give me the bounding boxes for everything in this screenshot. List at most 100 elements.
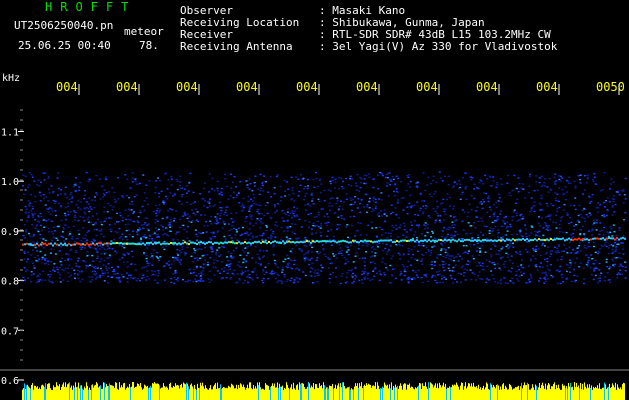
noise-speck bbox=[100, 228, 103, 231]
noise-speck bbox=[77, 273, 80, 275]
noise-speck bbox=[317, 198, 320, 200]
noise-speck bbox=[529, 173, 532, 176]
amplitude-bar bbox=[370, 385, 371, 400]
noise-speck bbox=[136, 278, 139, 280]
noise-speck bbox=[175, 178, 178, 181]
noise-speck bbox=[87, 221, 90, 223]
amplitude-bar bbox=[563, 385, 564, 400]
amplitude-bar bbox=[301, 383, 302, 400]
noise-speck bbox=[88, 245, 91, 248]
noise-speck bbox=[412, 234, 415, 236]
signal-dot bbox=[72, 243, 74, 246]
noise-speck bbox=[214, 266, 217, 269]
noise-speck bbox=[418, 209, 421, 212]
amplitude-bar bbox=[405, 383, 406, 400]
noise-speck bbox=[533, 210, 536, 212]
noise-speck bbox=[515, 212, 518, 214]
noise-speck bbox=[468, 203, 471, 206]
noise-speck bbox=[249, 238, 252, 240]
noise-speck bbox=[128, 274, 130, 277]
noise-speck bbox=[422, 172, 425, 174]
noise-speck bbox=[570, 237, 573, 239]
amplitude-bar bbox=[25, 388, 26, 400]
noise-speck bbox=[407, 250, 410, 252]
noise-speck bbox=[95, 175, 98, 177]
signal-dot bbox=[538, 238, 540, 241]
signal-dot bbox=[540, 238, 542, 241]
noise-speck bbox=[242, 261, 245, 264]
amplitude-bar bbox=[604, 382, 605, 400]
noise-speck bbox=[215, 251, 218, 253]
noise-speck bbox=[374, 252, 377, 254]
noise-speck bbox=[610, 183, 612, 185]
noise-speck bbox=[604, 276, 607, 278]
noise-speck bbox=[535, 181, 538, 183]
noise-speck bbox=[441, 275, 444, 277]
noise-speck bbox=[414, 278, 417, 280]
noise-speck bbox=[556, 207, 559, 210]
noise-speck bbox=[497, 232, 500, 234]
noise-speck bbox=[592, 278, 595, 281]
noise-speck bbox=[467, 211, 470, 214]
noise-speck bbox=[216, 249, 219, 251]
noise-speck bbox=[182, 224, 185, 227]
noise-speck bbox=[363, 268, 366, 270]
noise-speck bbox=[139, 240, 142, 243]
noise-speck bbox=[261, 182, 264, 184]
noise-speck bbox=[444, 263, 447, 265]
noise-speck bbox=[304, 185, 307, 188]
signal-dot bbox=[220, 241, 222, 244]
noise-speck bbox=[189, 172, 192, 175]
noise-speck bbox=[504, 261, 507, 263]
noise-speck bbox=[230, 218, 233, 220]
noise-speck bbox=[196, 211, 199, 213]
noise-speck bbox=[25, 212, 28, 214]
amplitude-bar bbox=[69, 382, 70, 400]
noise-speck bbox=[170, 281, 173, 284]
noise-speck bbox=[176, 180, 179, 182]
noise-speck bbox=[327, 257, 330, 259]
noise-speck bbox=[192, 271, 195, 274]
signal-dot bbox=[114, 242, 116, 245]
noise-speck bbox=[536, 231, 539, 233]
signal-dot bbox=[384, 239, 386, 242]
noise-speck bbox=[522, 216, 525, 218]
noise-speck bbox=[22, 185, 25, 187]
noise-speck bbox=[535, 264, 537, 266]
signal-dot bbox=[562, 237, 564, 240]
amplitude-bar bbox=[75, 382, 76, 400]
noise-speck bbox=[253, 182, 256, 184]
amplitude-bar bbox=[207, 389, 208, 400]
noise-speck bbox=[130, 250, 133, 252]
noise-speck bbox=[48, 188, 50, 190]
noise-speck bbox=[54, 210, 57, 212]
noise-speck bbox=[593, 270, 596, 272]
noise-speck bbox=[31, 214, 34, 216]
amplitude-bar bbox=[447, 387, 448, 400]
amplitude-bar bbox=[163, 383, 164, 400]
amplitude-bar bbox=[373, 385, 374, 400]
noise-speck bbox=[312, 179, 315, 181]
noise-speck bbox=[476, 265, 479, 267]
amplitude-bar bbox=[97, 383, 98, 400]
amplitude-bar bbox=[110, 385, 111, 400]
noise-speck bbox=[180, 196, 183, 198]
amplitude-bar bbox=[167, 387, 168, 400]
noise-speck bbox=[241, 233, 244, 235]
noise-speck bbox=[360, 199, 363, 201]
signal-dot bbox=[94, 243, 96, 246]
noise-speck bbox=[549, 229, 552, 231]
amplitude-bar bbox=[220, 384, 221, 400]
amplitude-bar bbox=[475, 387, 476, 400]
amplitude-bar bbox=[81, 385, 82, 400]
amplitude-bar bbox=[254, 388, 255, 400]
noise-speck bbox=[216, 220, 219, 222]
noise-speck bbox=[459, 183, 462, 185]
noise-speck bbox=[178, 200, 181, 202]
noise-speck bbox=[95, 229, 98, 231]
noise-speck bbox=[54, 200, 57, 202]
noise-speck bbox=[245, 180, 248, 182]
noise-speck bbox=[474, 227, 477, 229]
noise-speck bbox=[251, 190, 254, 192]
noise-speck bbox=[508, 192, 511, 194]
